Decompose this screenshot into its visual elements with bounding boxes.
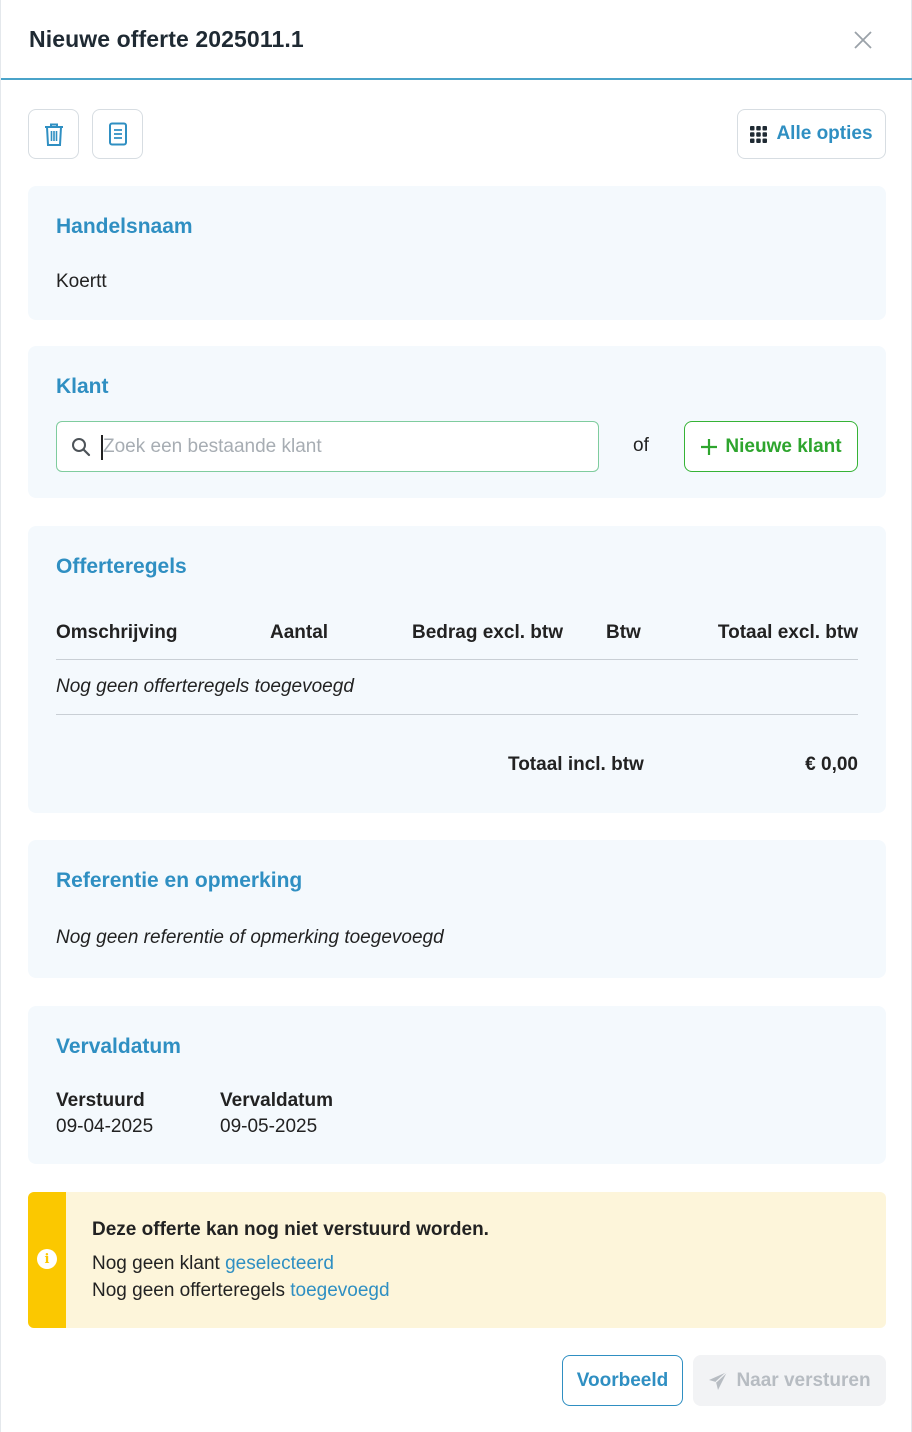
klant-card: Klant of Nieuwe klant xyxy=(28,346,886,498)
new-customer-label: Nieuwe klant xyxy=(725,435,842,457)
total-label: Totaal incl. btw xyxy=(508,754,644,775)
vervaldatum-title: Vervaldatum xyxy=(56,1035,181,1058)
handelsnaam-value: Koertt xyxy=(56,271,107,292)
new-customer-button[interactable]: Nieuwe klant xyxy=(684,421,858,472)
referentie-card: Referentie en opmerking Nog geen referen… xyxy=(28,840,886,978)
all-options-button[interactable]: Alle opties xyxy=(737,109,886,159)
due-date: 09-05-2025 xyxy=(220,1116,318,1137)
search-icon xyxy=(72,437,91,456)
column-header-omschrijving: Omschrijving xyxy=(56,622,178,643)
offerteregels-title: Offerteregels xyxy=(56,555,187,578)
modal-header: Nieuwe offerte 2025011.1 xyxy=(1,0,912,80)
alert-line-customer-text: Nog geen klant xyxy=(92,1253,220,1274)
column-header-totaal: Totaal excl. btw xyxy=(717,622,858,643)
send-button[interactable]: Naar versturen xyxy=(693,1355,886,1406)
add-lines-link[interactable]: toegevoegd xyxy=(290,1280,389,1301)
document-button[interactable] xyxy=(92,109,143,159)
offerte-modal: Nieuwe offerte 2025011.1 Alle opties Han… xyxy=(0,0,912,1432)
offerteregels-card: Offerteregels Omschrijving Aantal Bedrag… xyxy=(28,526,886,813)
send-label: Naar versturen xyxy=(736,1369,871,1391)
sent-label: Verstuurd xyxy=(56,1090,145,1111)
or-label: of xyxy=(633,435,649,456)
warning-alert: i Deze offerte kan nog niet verstuurd wo… xyxy=(28,1192,886,1328)
referentie-title: Referentie en opmerking xyxy=(56,869,303,892)
due-label: Vervaldatum xyxy=(220,1090,333,1111)
send-icon xyxy=(709,1371,728,1390)
empty-reference-text: Nog geen referentie of opmerking toegevo… xyxy=(56,927,444,948)
delete-button[interactable] xyxy=(28,109,79,159)
sent-date: 09-04-2025 xyxy=(56,1116,154,1137)
table-divider xyxy=(56,714,858,715)
trash-icon xyxy=(44,123,63,146)
select-customer-link[interactable]: geselecteerd xyxy=(225,1253,334,1274)
alert-line-lines: Nog geen offerteregels toegevoegd xyxy=(92,1280,390,1302)
modal-title: Nieuwe offerte 2025011.1 xyxy=(29,25,304,52)
handelsnaam-card: Handelsnaam Koertt xyxy=(28,186,886,320)
table-divider xyxy=(56,659,858,660)
vervaldatum-card: Vervaldatum Verstuurd 09-04-2025 Vervald… xyxy=(28,1006,886,1164)
alert-heading: Deze offerte kan nog niet verstuurd word… xyxy=(92,1219,489,1240)
alert-strip: i xyxy=(28,1192,66,1328)
all-options-label: Alle opties xyxy=(776,123,873,144)
alert-line-lines-text: Nog geen offerteregels xyxy=(92,1280,285,1301)
customer-search-input[interactable] xyxy=(103,435,583,458)
total-value: € 0,00 xyxy=(805,754,858,775)
plus-icon xyxy=(701,438,718,455)
alert-line-customer: Nog geen klant geselecteerd xyxy=(92,1253,334,1275)
klant-title: Klant xyxy=(56,375,109,398)
customer-search-field[interactable] xyxy=(56,421,599,472)
close-icon xyxy=(854,31,872,49)
info-icon: i xyxy=(37,1249,57,1269)
column-header-aantal: Aantal xyxy=(270,622,329,643)
column-header-bedrag: Bedrag excl. btw xyxy=(412,622,563,643)
grid-icon xyxy=(750,125,768,143)
document-icon xyxy=(108,122,127,146)
empty-lines-text: Nog geen offerteregels toegevoegd xyxy=(56,676,354,697)
column-header-btw: Btw xyxy=(606,622,641,643)
close-button[interactable] xyxy=(849,26,877,54)
text-caret xyxy=(101,435,103,460)
preview-button[interactable]: Voorbeeld xyxy=(562,1355,683,1406)
handelsnaam-title: Handelsnaam xyxy=(56,215,193,238)
